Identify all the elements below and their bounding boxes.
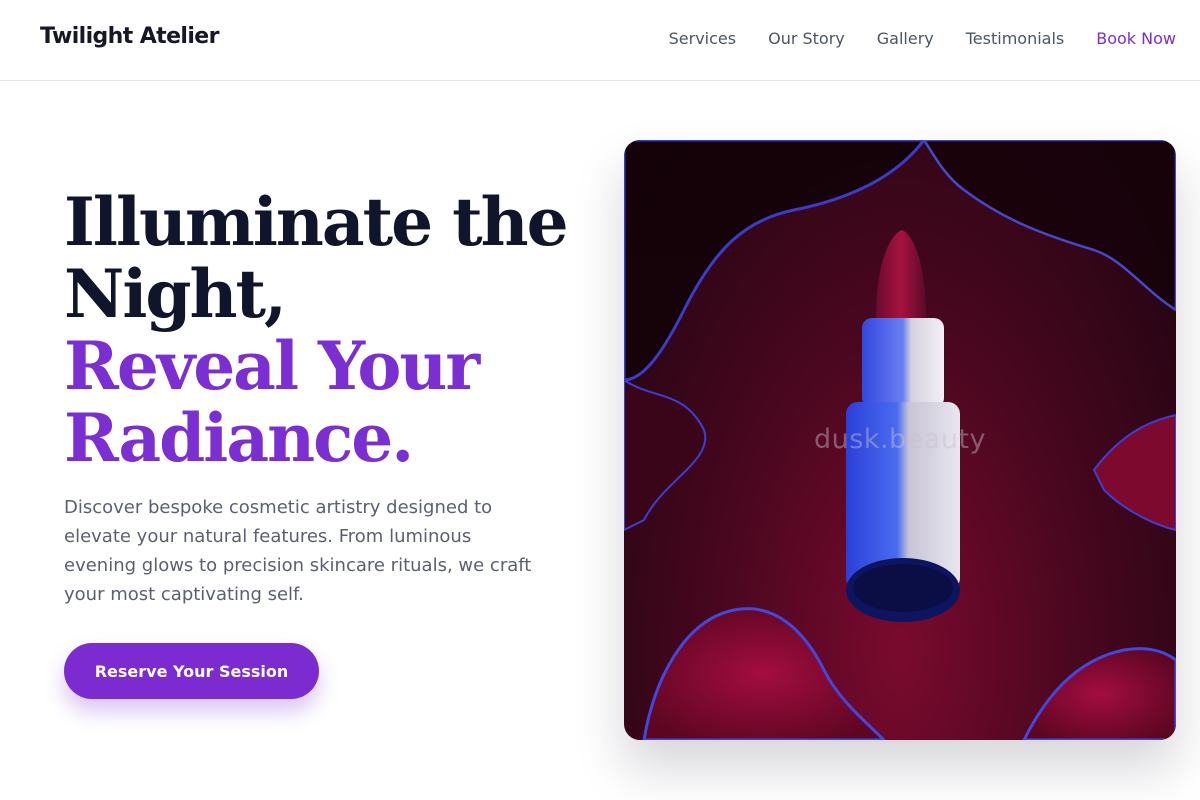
site-header: Twilight Atelier Services Our Story Gall…	[0, 0, 1200, 81]
ink-puddle-left	[624, 378, 707, 532]
nav-link-gallery[interactable]: Gallery	[877, 28, 934, 50]
nav-link-testimonials[interactable]: Testimonials	[966, 28, 1065, 50]
image-watermark: dusk.beauty	[813, 424, 986, 455]
headline-line-1: Illuminate the	[64, 183, 569, 261]
headline-line-2: Night,	[64, 255, 287, 333]
nav-link-services[interactable]: Services	[669, 28, 736, 50]
hero-description: Discover bespoke cosmetic artistry desig…	[64, 497, 532, 605]
red-pool-bottom-right	[1022, 647, 1176, 740]
headline-accent-line-2: Radiance.	[64, 399, 414, 477]
hero-headline: Illuminate the Night, Reveal Your Radian…	[64, 186, 604, 474]
hero-image-lipstick: dusk.beauty	[624, 140, 1176, 740]
brand-logo[interactable]: Twilight Atelier	[40, 24, 219, 49]
nav-link-book-now[interactable]: Book Now	[1096, 28, 1176, 50]
nav-link-our-story[interactable]: Our Story	[768, 28, 845, 50]
headline-accent-line-1: Reveal Your	[64, 327, 480, 405]
ink-puddle-top-right	[922, 140, 1176, 312]
reserve-session-button[interactable]: Reserve Your Session	[64, 643, 319, 699]
red-pool-bottom-left	[642, 607, 887, 740]
main-nav: Services Our Story Gallery Testimonials …	[669, 28, 1176, 50]
